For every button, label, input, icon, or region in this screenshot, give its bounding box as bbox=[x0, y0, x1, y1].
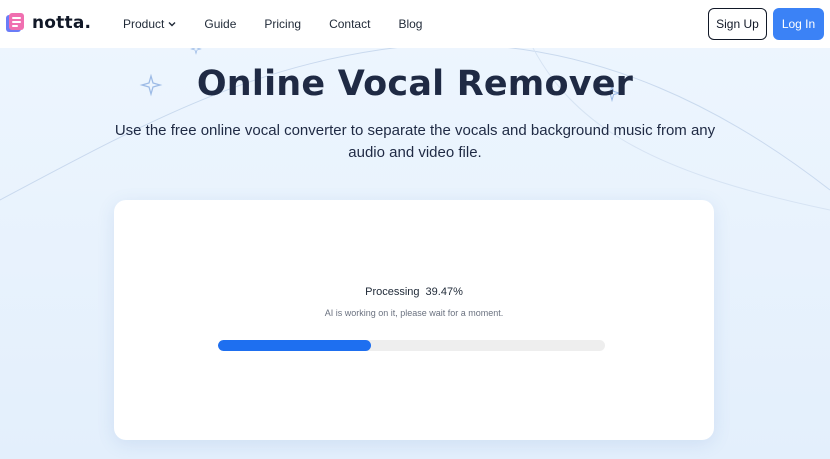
top-navbar: notta. Product Guide Pricing Contact Blo… bbox=[0, 0, 830, 48]
brand-name: notta. bbox=[32, 13, 92, 33]
nav-item-label: Product bbox=[123, 17, 165, 31]
page-title: Online Vocal Remover bbox=[196, 64, 634, 104]
processing-label: Processing bbox=[365, 286, 420, 298]
processing-hint: AI is working on it, please wait for a m… bbox=[324, 308, 504, 318]
progress-bar-fill bbox=[218, 340, 371, 351]
nav-item-pricing[interactable]: Pricing bbox=[264, 17, 301, 31]
nav-item-label: Pricing bbox=[264, 17, 302, 31]
nav-item-label: Blog bbox=[398, 17, 423, 31]
nav-item-product[interactable]: Product bbox=[123, 17, 176, 31]
processing-card: Processing 39.47% AI is working on it, pl… bbox=[114, 200, 714, 440]
signup-button[interactable]: Sign Up bbox=[708, 8, 767, 40]
login-button[interactable]: Log In bbox=[773, 8, 824, 40]
nav-item-contact[interactable]: Contact bbox=[329, 17, 370, 31]
nav-item-label: Guide bbox=[204, 17, 237, 31]
nav-item-label: Contact bbox=[329, 17, 371, 31]
processing-percent: 39.47% bbox=[425, 286, 463, 298]
notta-logo-icon bbox=[6, 13, 24, 32]
main-nav: Product Guide Pricing Contact Blog bbox=[123, 0, 450, 48]
nav-item-guide[interactable]: Guide bbox=[204, 17, 236, 31]
progress-bar bbox=[218, 340, 605, 351]
chevron-down-icon bbox=[168, 22, 176, 27]
processing-status: Processing 39.47% bbox=[114, 286, 714, 298]
nav-item-blog[interactable]: Blog bbox=[398, 17, 422, 31]
brand-logo[interactable]: notta. bbox=[4, 12, 91, 34]
page-subtitle: Use the free online vocal converter to s… bbox=[114, 122, 716, 161]
